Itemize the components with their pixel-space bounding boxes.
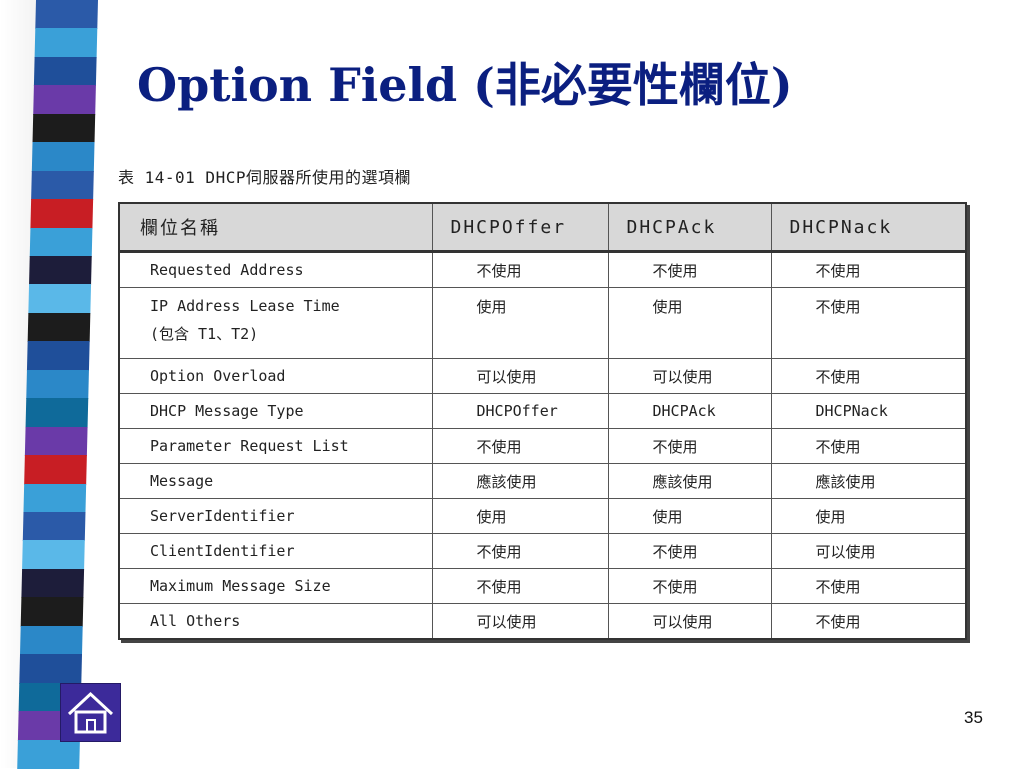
- table-row: Requested Address 不使用 不使用 不使用: [118, 251, 967, 288]
- row-dhcpnack-value: 不使用: [770, 603, 967, 640]
- home-button[interactable]: [60, 683, 121, 742]
- stripe-segment: [30, 199, 94, 229]
- row-dhcpack-value: 不使用: [607, 568, 772, 604]
- table-row: Maximum Message Size 不使用 不使用 不使用: [118, 568, 967, 604]
- row-dhcpoffer-value: 可以使用: [431, 358, 609, 394]
- row-field-name-note: (包含 T1、T2): [150, 325, 259, 343]
- row-dhcpoffer-value: 不使用: [431, 533, 609, 569]
- row-dhcpack-value: 可以使用: [607, 358, 772, 394]
- stripe-segment: [24, 455, 87, 485]
- row-field-name: Message: [118, 463, 433, 499]
- table-caption: 表 14-01 DHCP伺服器所使用的選項欄: [118, 168, 411, 187]
- dhcp-options-table-wrapper: 欄位名稱 DHCPOffer DHCPAck DHCPNack Requeste…: [118, 202, 967, 640]
- row-dhcpack-value: 使用: [607, 287, 772, 359]
- row-dhcpnack-value: DHCPNack: [770, 393, 967, 429]
- row-field-name: Option Overload: [118, 358, 433, 394]
- stripe-segment: [34, 28, 98, 58]
- stripe-segment: [31, 142, 95, 172]
- row-dhcpack-value: 應該使用: [607, 463, 772, 499]
- table-row: ClientIdentifier 不使用 不使用 可以使用: [118, 533, 967, 569]
- row-dhcpoffer-value: 不使用: [431, 251, 609, 288]
- row-field-name-main: IP Address Lease Time: [150, 297, 340, 315]
- stripe-segment: [29, 227, 93, 257]
- row-dhcpnack-value: 不使用: [770, 251, 967, 288]
- row-field-name: Parameter Request List: [118, 428, 433, 464]
- stripe-segment: [19, 654, 83, 684]
- stripe-segment: [32, 113, 96, 144]
- row-dhcpnack-value: 可以使用: [770, 533, 967, 569]
- row-dhcpack-value: DHCPAck: [607, 393, 772, 429]
- table-row: Parameter Request List 不使用 不使用 不使用: [118, 428, 967, 464]
- header-dhcpnack: DHCPNack: [770, 202, 967, 253]
- stripe-segment: [29, 256, 92, 286]
- header-field-name: 欄位名稱: [118, 202, 433, 253]
- stripe-segment: [25, 398, 89, 428]
- stripe-segment: [19, 625, 83, 656]
- row-field-name: All Others: [118, 603, 433, 640]
- header-dhcpoffer: DHCPOffer: [431, 202, 609, 253]
- row-dhcpnack-value: 使用: [770, 498, 967, 534]
- row-dhcpnack-value: 不使用: [770, 428, 967, 464]
- stripe-segment: [26, 369, 89, 400]
- stripe-segment: [20, 597, 84, 627]
- row-dhcpoffer-value: DHCPOffer: [431, 393, 609, 429]
- row-dhcpack-value: 不使用: [607, 428, 772, 464]
- dhcp-options-table: 欄位名稱 DHCPOffer DHCPAck DHCPNack Requeste…: [118, 202, 967, 640]
- stripe-segment: [33, 85, 96, 115]
- table-row: All Others 可以使用 可以使用 不使用: [118, 603, 967, 640]
- table-row: DHCP Message Type DHCPOffer DHCPAck DHCP…: [118, 393, 967, 429]
- stripe-segment: [33, 56, 97, 87]
- row-dhcpack-value: 不使用: [607, 533, 772, 569]
- row-dhcpnack-value: 應該使用: [770, 463, 967, 499]
- row-dhcpoffer-value: 不使用: [431, 568, 609, 604]
- row-field-name: ServerIdentifier: [118, 498, 433, 534]
- row-dhcpoffer-value: 可以使用: [431, 603, 609, 640]
- table-row: ServerIdentifier 使用 使用 使用: [118, 498, 967, 534]
- row-dhcpack-value: 可以使用: [607, 603, 772, 640]
- row-dhcpack-value: 使用: [607, 498, 772, 534]
- slide-title: Option Field (非必要性欄位): [137, 58, 793, 112]
- stripe-segment: [22, 540, 85, 570]
- header-dhcpack: DHCPAck: [607, 202, 772, 253]
- row-dhcpack-value: 不使用: [607, 251, 772, 288]
- stripe-segment: [31, 170, 94, 201]
- row-field-name: DHCP Message Type: [118, 393, 433, 429]
- stripe-segment: [21, 568, 85, 599]
- row-field-name: Requested Address: [118, 251, 433, 288]
- stripe-segment: [28, 284, 92, 314]
- row-dhcpoffer-value: 應該使用: [431, 463, 609, 499]
- row-dhcpoffer-value: 使用: [431, 498, 609, 534]
- stripe-segment: [17, 739, 80, 769]
- row-dhcpnack-value: 不使用: [770, 568, 967, 604]
- row-dhcpnack-value: 不使用: [770, 287, 967, 359]
- row-field-name: Maximum Message Size: [118, 568, 433, 604]
- row-dhcpoffer-value: 使用: [431, 287, 609, 359]
- stripe-segment: [23, 483, 87, 513]
- row-field-name: IP Address Lease Time (包含 T1、T2): [118, 287, 433, 359]
- home-icon: [67, 691, 114, 734]
- table-header-row: 欄位名稱 DHCPOffer DHCPAck DHCPNack: [118, 202, 967, 253]
- table-row: IP Address Lease Time (包含 T1、T2) 使用 使用 不…: [118, 287, 967, 359]
- table-row: Option Overload 可以使用 可以使用 不使用: [118, 358, 967, 394]
- stripe-segment: [27, 312, 91, 343]
- stripe-segment: [24, 426, 88, 457]
- row-dhcpoffer-value: 不使用: [431, 428, 609, 464]
- row-field-name: ClientIdentifier: [118, 533, 433, 569]
- stripe-segment: [22, 512, 86, 542]
- table-row: Message 應該使用 應該使用 應該使用: [118, 463, 967, 499]
- stripe-segment: [26, 341, 90, 371]
- row-dhcpnack-value: 不使用: [770, 358, 967, 394]
- stripe-segment: [35, 0, 98, 30]
- page-number: 35: [964, 708, 983, 727]
